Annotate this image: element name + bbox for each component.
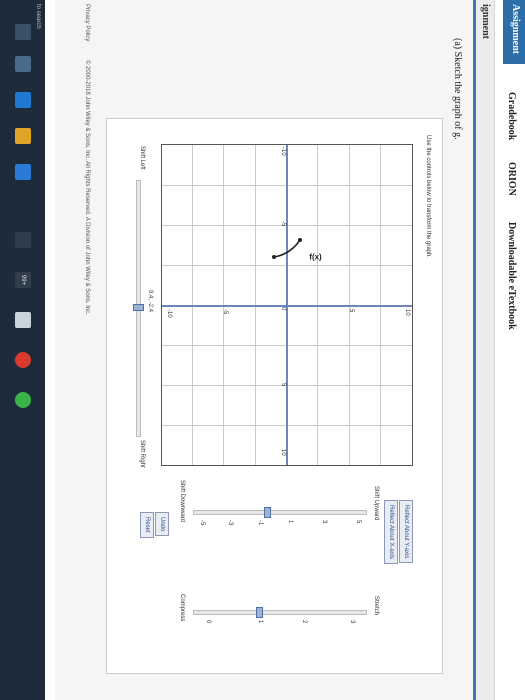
x-tick-label: 10 xyxy=(280,449,286,456)
tab-assignment[interactable]: Assignment xyxy=(503,0,525,65)
vertical-scale-label: 5 xyxy=(355,520,361,524)
page-title: ignment xyxy=(480,4,491,39)
file-explorer-icon[interactable] xyxy=(15,128,31,144)
shift-right-label: Shift Right xyxy=(139,440,145,468)
pen-icon[interactable] xyxy=(15,312,31,328)
cortana-icon[interactable] xyxy=(15,24,31,40)
question-prompt: (a) Sketch the graph of g. xyxy=(452,38,463,140)
stretch-scale-label: 0 xyxy=(205,620,211,624)
top-nav: Assignment Gradebook ORION Downloadable … xyxy=(494,0,525,700)
reflect-y-button[interactable]: Reflect About Y-axis xyxy=(399,500,413,564)
reflect-x-button[interactable]: Reflect About X-axis xyxy=(384,500,398,565)
y-tick-label: -10 xyxy=(166,309,172,318)
applet-instructions: Use the controls below to transform the … xyxy=(425,135,431,259)
vertical-scale-label: 1 xyxy=(287,520,293,524)
taskbar-search[interactable]: to search xyxy=(35,4,41,29)
shift-downward-label: Shift Downward xyxy=(179,480,185,523)
function-curve xyxy=(272,238,302,259)
y-tick-label: -5 xyxy=(222,309,228,315)
edge-browser-icon[interactable] xyxy=(15,92,31,108)
undo-button[interactable]: Undo xyxy=(155,512,169,537)
stretch-scale-label: 2 xyxy=(301,620,307,624)
stretch-label: Stretch xyxy=(373,596,379,616)
shift-left-label: Shift Left xyxy=(139,146,145,170)
store-icon[interactable] xyxy=(15,164,31,180)
x-tick-label: 0 xyxy=(280,307,286,311)
page-footer: Privacy Policy © 2000-2018 John Wiley & … xyxy=(80,0,92,700)
horizontal-shift-handle[interactable] xyxy=(133,304,144,311)
stretch-scale-label: 3 xyxy=(349,620,355,624)
task-view-icon[interactable] xyxy=(15,56,31,72)
screen: Assignment Gradebook ORION Downloadable … xyxy=(0,0,525,700)
stretch-slider[interactable] xyxy=(193,610,367,615)
assignment-subheader: ignment xyxy=(476,0,494,700)
coordinate-readout: 9.4, -2.4 xyxy=(147,290,153,313)
vertical-shift-handle[interactable] xyxy=(264,507,271,518)
x-tick-label: -5 xyxy=(280,221,286,227)
notification-badge[interactable]: 99+ xyxy=(15,272,31,288)
tab-etextbook[interactable]: Downloadable eTextbook xyxy=(506,222,517,330)
copyright-text: © 2000-2018 John Wiley & Sons, Inc. All … xyxy=(84,60,90,315)
vertical-shift-slider[interactable] xyxy=(193,510,367,515)
stretch-handle[interactable] xyxy=(256,607,263,618)
os-taskbar: to search 99+ xyxy=(0,0,45,700)
x-tick-label: -10 xyxy=(280,147,286,156)
privacy-policy-link[interactable]: Privacy Policy xyxy=(84,4,90,41)
app-icon[interactable] xyxy=(15,392,31,408)
shift-upward-label: Shift Upward xyxy=(373,486,379,521)
function-graph[interactable]: f(x) -10 -5 0 5 10 10 5 -5 -10 xyxy=(161,144,413,466)
vertical-scale-label: -1 xyxy=(257,520,263,526)
tab-gradebook[interactable]: Gradebook xyxy=(506,92,517,140)
reset-button[interactable]: Reset xyxy=(140,512,154,538)
netflix-icon[interactable] xyxy=(15,232,31,248)
vertical-scale-label: -3 xyxy=(227,520,233,526)
tab-orion[interactable]: ORION xyxy=(506,162,517,196)
stretch-scale-label: 1 xyxy=(257,620,263,624)
vertical-scale-label: -5 xyxy=(199,520,205,526)
accent-bar xyxy=(473,0,476,700)
compress-label: Compress xyxy=(179,594,185,622)
x-tick-label: 5 xyxy=(280,383,286,387)
y-tick-label: 10 xyxy=(404,309,410,316)
function-label: f(x) xyxy=(309,252,322,262)
y-tick-label: 5 xyxy=(348,309,354,313)
chrome-icon[interactable] xyxy=(15,352,31,368)
vertical-scale-label: 3 xyxy=(321,520,327,524)
